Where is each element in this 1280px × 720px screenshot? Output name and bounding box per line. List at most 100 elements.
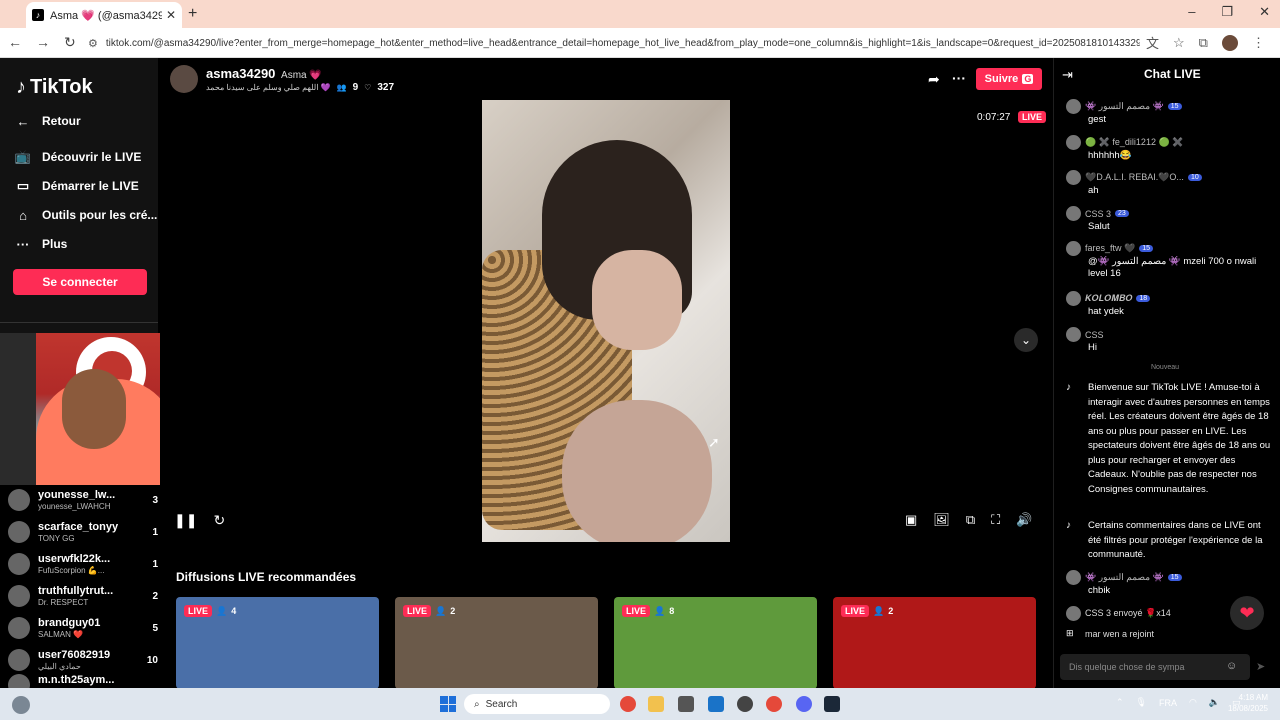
viewer-row[interactable]: m.n.th25aym...: [8, 674, 158, 688]
player-controls-left: ❚❚ ↻: [174, 512, 225, 529]
viewer-row[interactable]: younesse_lw... younesse_LWAHCH 3: [8, 485, 158, 515]
avatar[interactable]: [1066, 570, 1081, 585]
recommended-live-card[interactable]: LIVE 👤 4: [176, 597, 379, 689]
search-icon: ⌕: [474, 698, 480, 710]
widgets-icon[interactable]: [12, 696, 30, 714]
arrow-left-icon: ←: [16, 113, 30, 129]
store-icon[interactable]: [678, 696, 694, 712]
sidebar-item-discover-live[interactable]: 📺 Découvrir le LIVE: [14, 147, 141, 167]
tiktok-note-icon: ♪: [1066, 382, 1071, 393]
picture-icon[interactable]: 🖼: [933, 512, 950, 528]
avatar[interactable]: [1066, 206, 1081, 221]
pip-icon[interactable]: ⧉: [966, 512, 975, 528]
login-button[interactable]: Se connecter: [13, 269, 147, 295]
extensions-icon[interactable]: ⧉: [1199, 35, 1208, 51]
avatar[interactable]: [1066, 99, 1081, 114]
forward-icon[interactable]: →: [36, 34, 50, 51]
sidebar-item-more[interactable]: ··· Plus: [14, 234, 68, 254]
new-tab-icon[interactable]: +: [188, 5, 197, 23]
sidebar-item-retour[interactable]: ← Retour: [14, 111, 81, 131]
url-text: tiktok.com/@asma34290/live?enter_from_me…: [105, 37, 1140, 49]
app-icon[interactable]: [737, 696, 753, 712]
share-icon[interactable]: ➦: [928, 71, 940, 88]
avatar[interactable]: [1066, 327, 1081, 342]
avatar[interactable]: [1066, 170, 1081, 185]
live-video[interactable]: [482, 100, 730, 542]
like-heart-button[interactable]: ❤: [1230, 596, 1264, 630]
profile-avatar[interactable]: [1221, 34, 1238, 51]
discord-icon[interactable]: [796, 696, 812, 712]
viewer-row[interactable]: truthfullytrut... Dr. RESPECT 2: [8, 581, 158, 611]
sidebar-item-creator-tools[interactable]: ⌂ Outils pour les cré...: [14, 205, 157, 225]
system-message: ♪ Bienvenue sur TikTok LIVE ! Amuse-toi …: [1066, 381, 1272, 497]
start-icon[interactable]: [440, 696, 456, 712]
viewer-row[interactable]: brandguy01 SALMAN ❤️ 5: [8, 613, 158, 643]
maximize-icon[interactable]: ❐: [1221, 4, 1233, 20]
mouse-cursor-icon: ➚: [708, 434, 720, 450]
emoji-icon[interactable]: ☺: [1226, 660, 1237, 672]
browser-menu-icon[interactable]: ⋮: [1252, 35, 1265, 51]
chat-message: 👾 مصمم التسور 👾 15 chbik: [1066, 570, 1272, 597]
refresh-icon[interactable]: ↻: [213, 512, 225, 529]
pause-icon[interactable]: ❚❚: [174, 512, 197, 529]
recommended-live-card[interactable]: LIVE 👤 2: [395, 597, 598, 689]
recommended-live-card[interactable]: LIVE 👤 8: [614, 597, 817, 689]
steam-icon[interactable]: [824, 696, 840, 712]
avatar[interactable]: [1066, 606, 1081, 621]
chat-message: CSS 3 23 Salut: [1066, 206, 1272, 233]
send-icon[interactable]: ➤: [1256, 660, 1265, 673]
url-field[interactable]: ⚙ tiktok.com/@asma34290/live?enter_from_…: [82, 32, 1140, 54]
clock[interactable]: 4:18 AM 18/08/2025: [1220, 692, 1268, 714]
chevron-up-icon[interactable]: ⌃: [1116, 697, 1124, 708]
viewer-row[interactable]: scarface_tonyy TONY GG 1: [8, 517, 158, 547]
sidebar-item-start-live[interactable]: ▭ Démarrer le LIVE: [14, 176, 139, 196]
site-info-icon[interactable]: ⚙: [88, 37, 98, 50]
speaker-icon[interactable]: 🔈: [1209, 697, 1220, 708]
recommended-live-card[interactable]: LIVE 👤 2: [833, 597, 1036, 689]
avatar: [8, 489, 30, 511]
system-message: ♪ Certains commentaires dans ce LIVE ont…: [1066, 519, 1272, 563]
tiktok-note-icon: ♪: [16, 76, 26, 98]
recommended-title: Diffusions LIVE recommandées: [176, 570, 357, 584]
more-options-icon[interactable]: ···: [952, 70, 966, 86]
tv-icon: 📺: [14, 149, 32, 164]
chat-message: 👾 مصمم التسور 👾 15 gest: [1066, 99, 1272, 126]
back-icon[interactable]: ←: [8, 34, 22, 51]
viewer-row[interactable]: userwfkl22k... FufuScorpion 💪... 1: [8, 549, 158, 579]
quality-icon[interactable]: ▣: [905, 512, 917, 528]
host-avatar[interactable]: [170, 65, 198, 93]
fullscreen-icon[interactable]: ⛶: [991, 512, 1000, 528]
tiktok-logo[interactable]: ♪ TikTok: [16, 76, 93, 99]
camera-icon: ▭: [16, 178, 30, 193]
avatar[interactable]: [1066, 135, 1081, 150]
avatar[interactable]: [1066, 291, 1081, 306]
collapse-chat-icon[interactable]: ⇥: [1062, 67, 1073, 83]
like-count: 327: [377, 82, 395, 93]
viewer-row[interactable]: user76082919 حمادي البيلي 10: [8, 645, 158, 675]
host-name[interactable]: asma34290 Asma 💗: [206, 66, 322, 81]
live-badge: LIVE: [1018, 111, 1047, 123]
volume-icon[interactable]: 🔊: [1016, 512, 1032, 528]
browser-toolbar-icons: 文 ☆ ⧉ ⋮: [1146, 33, 1265, 52]
outlook-icon[interactable]: [708, 696, 724, 712]
language-indicator[interactable]: FRA: [1159, 698, 1177, 708]
bookmark-star-icon[interactable]: ☆: [1173, 35, 1185, 51]
wifi-icon[interactable]: ◠: [1189, 697, 1197, 708]
minimize-icon[interactable]: –: [1188, 4, 1195, 20]
close-tab-icon[interactable]: ✕: [166, 8, 176, 22]
close-window-icon[interactable]: ✕: [1259, 4, 1270, 20]
microphone-icon[interactable]: 🎙: [1136, 697, 1147, 708]
streamer-head: [62, 369, 126, 449]
chat-input[interactable]: Dis quelque chose de sympa: [1060, 654, 1250, 680]
chrome-active-icon[interactable]: [766, 696, 782, 712]
follow-button[interactable]: Suivre G: [976, 68, 1042, 90]
taskbar-search[interactable]: ⌕ Search: [464, 694, 610, 714]
file-explorer-icon[interactable]: [648, 696, 664, 712]
viewer-count: 9: [352, 82, 359, 93]
chrome-icon[interactable]: [620, 696, 636, 712]
avatar[interactable]: [1066, 241, 1081, 256]
reload-icon[interactable]: ↻: [64, 34, 76, 51]
translate-icon[interactable]: 文: [1146, 33, 1159, 52]
chevron-down-icon[interactable]: ⌄: [1014, 328, 1038, 352]
browser-tab[interactable]: ♪ Asma 💗 (@asma34290) e ✕: [26, 2, 182, 28]
